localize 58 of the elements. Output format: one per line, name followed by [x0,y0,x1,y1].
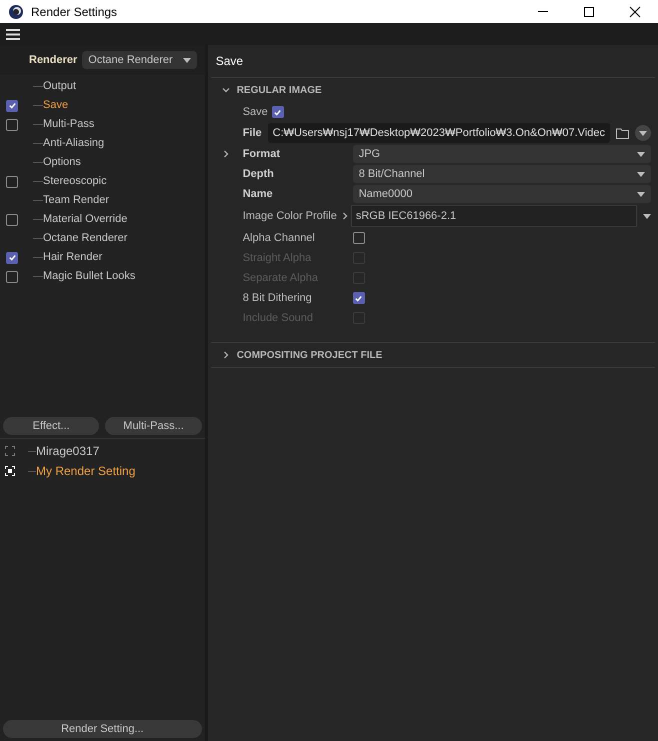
sidebar-button[interactable]: Multi-Pass... [105,417,202,435]
sidebar-item[interactable]: Anti-Aliasing [43,135,104,152]
checkbox[interactable] [6,176,18,188]
sidebar-item[interactable]: Save [43,97,68,114]
preset-item[interactable]: Mirage0317 [36,442,100,460]
field-label: Name [242,186,274,202]
section-header[interactable]: COMPOSITING PROJECT FILE [236,348,382,362]
sidebar-item[interactable]: Magic Bullet Looks [43,268,136,285]
caret-icon [639,130,647,136]
sidebar-item[interactable]: Hair Render [43,249,102,266]
renderer-label: Renderer [29,52,78,68]
preset-item[interactable]: My Render Setting [36,462,136,480]
dropdown-button[interactable] [635,125,651,141]
section-header[interactable]: REGULAR IMAGE [236,82,322,98]
caret-icon [182,58,191,62]
menu-icon[interactable] [6,28,20,40]
sidebar-item[interactable]: Output [43,78,76,95]
renderer-dropdown[interactable]: Octane Renderer [82,51,197,69]
sidebar-item[interactable]: Team Render [43,192,110,209]
file-path-field[interactable]: C:₩Users₩nsj17₩Desktop₩2023₩Portfolio₩3.On&On₩07.Videc [268,123,610,143]
caret-icon [637,152,645,156]
color-profile-field[interactable]: sRGB IEC61966-2.1 [350,205,637,227]
sidebar-item[interactable]: Octane Renderer [43,230,128,247]
sidebar-item[interactable]: Stereoscopic [43,173,107,190]
field-label: Image Color Profile [242,208,337,224]
caret-icon [643,214,651,218]
checkbox[interactable] [272,106,284,118]
dropdown-field[interactable]: Name0000 [352,185,651,203]
field-label: Depth [242,166,275,182]
field-label: Format [242,146,281,162]
caret-icon [637,192,645,196]
sidebar-item[interactable]: Material Override [43,211,128,228]
field-label: 8 Bit Dithering [242,290,313,306]
app-logo-icon [8,4,24,20]
window-title: Render Settings [31,4,118,20]
checkbox[interactable] [6,270,18,282]
dropdown-field[interactable]: 8 Bit/Channel [352,165,651,183]
chevron-icon[interactable] [222,86,230,94]
sidebar-button[interactable]: Effect... [3,417,100,435]
folder-icon[interactable] [616,128,629,138]
sidebar-item[interactable]: Options [43,154,81,171]
field-label: Alpha Channel [242,230,316,246]
chevron-icon[interactable] [222,150,230,158]
field-label: File [242,126,262,141]
chevron-icon[interactable] [340,212,349,220]
dropdown-field[interactable]: JPG [352,145,651,163]
sidebar-item[interactable]: Multi-Pass [43,116,94,133]
chevron-icon[interactable] [222,351,230,359]
checkbox[interactable] [352,292,365,304]
checkbox[interactable] [6,118,18,130]
checkbox[interactable] [352,232,365,244]
panel-title: Save [216,53,244,70]
caret-icon [637,172,645,176]
checkbox[interactable] [6,214,18,226]
checkbox[interactable] [6,100,18,112]
field-label: Save [242,104,268,120]
checkbox[interactable] [6,252,18,264]
render-setting-button[interactable]: Render Setting... [3,720,202,738]
